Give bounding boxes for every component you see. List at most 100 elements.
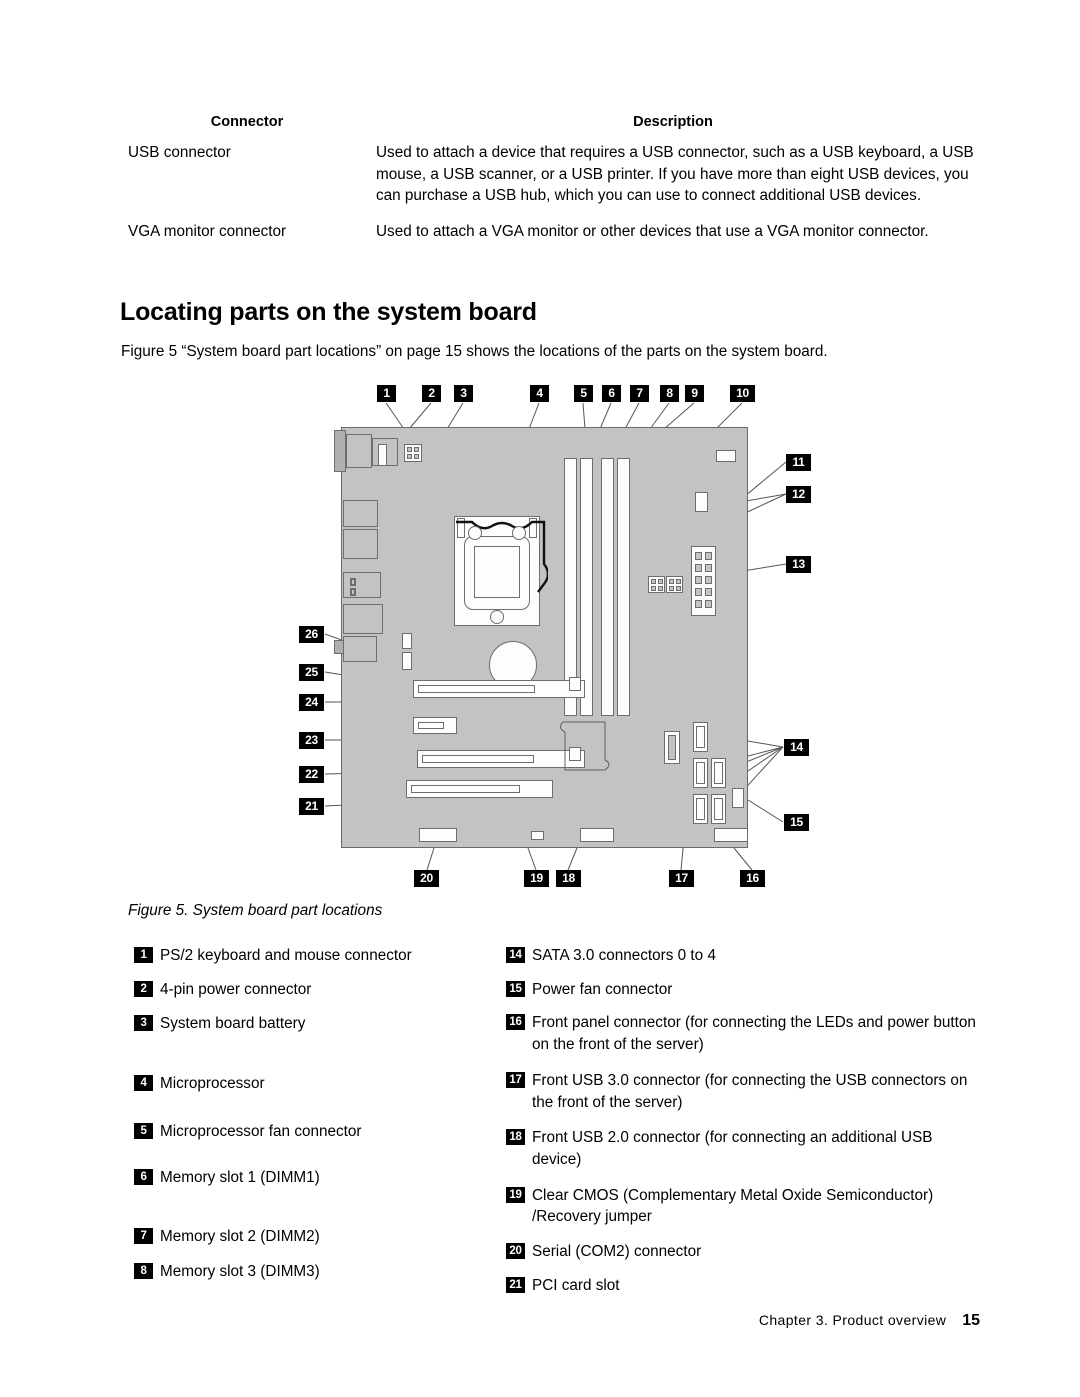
ethernet-port-part bbox=[343, 572, 381, 598]
legend-item: 4 Microprocessor bbox=[134, 1073, 504, 1095]
legend-item: 2 4-pin power connector bbox=[134, 979, 504, 1001]
legend-badge: 1 bbox=[134, 947, 153, 963]
sata-connector-2-inner bbox=[714, 762, 723, 784]
footer-page-number: 15 bbox=[962, 1312, 980, 1329]
legend-label: 4-pin power connector bbox=[160, 980, 312, 998]
legend-badge: 15 bbox=[506, 980, 525, 997]
legend-label: Front USB 3.0 connector (for connecting … bbox=[532, 1071, 968, 1111]
legend-label: Memory slot 2 (DIMM2) bbox=[160, 1228, 320, 1246]
callout-badge-23: 23 bbox=[299, 732, 324, 749]
legend-label: System board battery bbox=[160, 1015, 306, 1033]
fan-header-pin bbox=[651, 586, 656, 591]
callout-badge-3: 3 bbox=[454, 385, 473, 402]
pcie-x16-slot-24-tab bbox=[569, 677, 581, 691]
atx-pin-row bbox=[705, 576, 712, 584]
figure-caption: Figure 5. System board part locations bbox=[128, 902, 383, 919]
header-26-part bbox=[402, 633, 412, 649]
memory-slot-dimm2 bbox=[580, 458, 593, 716]
legend-item: 1 PS/2 keyboard and mouse connector bbox=[134, 945, 504, 967]
legend-item: 17 Front USB 3.0 connector (for connecti… bbox=[506, 1070, 980, 1113]
ps2-connector-part bbox=[334, 430, 346, 472]
pcie-x1-slot-23-key bbox=[418, 722, 444, 729]
document-page: Connector Description USB connector Used… bbox=[0, 0, 1080, 1397]
cell-connector-name: USB connector bbox=[128, 144, 231, 161]
callout-badge-15: 15 bbox=[784, 814, 809, 831]
legend-item: 19 Clear CMOS (Complementary Metal Oxide… bbox=[506, 1185, 980, 1228]
legend-item: 21 PCI card slot bbox=[506, 1275, 980, 1297]
clear-cmos-jumper-part bbox=[531, 831, 544, 840]
callout-badge-2: 2 bbox=[422, 385, 441, 402]
cpu-socket-screw-tr bbox=[512, 526, 526, 540]
legend-badge: 8 bbox=[134, 1263, 153, 1280]
cell-connector-name: VGA monitor connector bbox=[128, 223, 287, 241]
callout-badge-18: 18 bbox=[556, 870, 581, 887]
callout-badge-4: 4 bbox=[530, 385, 549, 402]
legend-item: 14 SATA 3.0 connectors 0 to 4 bbox=[506, 945, 980, 967]
atx-pin-row bbox=[695, 576, 702, 584]
serial-com2-connector-part bbox=[419, 828, 457, 842]
legend-badge: 14 bbox=[506, 947, 525, 963]
footer-chapter-label: Chapter 3. Product overview bbox=[758, 1312, 947, 1328]
callout-badge-6: 6 bbox=[602, 385, 621, 402]
legend-label: SATA 3.0 connectors 0 to 4 bbox=[532, 947, 716, 964]
usb-stack-mid-part bbox=[343, 529, 378, 559]
power-fan-connector-part bbox=[732, 788, 744, 808]
table-header-connector: Connector bbox=[210, 114, 284, 130]
memory-slot-dimm4 bbox=[617, 458, 630, 716]
atx-pin-row bbox=[695, 552, 702, 560]
pcie-slot-22-key bbox=[422, 755, 534, 763]
atx-pin-row bbox=[705, 564, 712, 572]
table-header-row: Connector Description bbox=[128, 112, 980, 142]
sata-connector-4-inner bbox=[714, 798, 723, 820]
header-10-part bbox=[716, 450, 736, 462]
legend-label: PCI card slot bbox=[532, 1276, 620, 1294]
system-board-figure: 1 2 3 4 5 6 7 8 9 10 11 12 13 14 15 26 2… bbox=[0, 372, 1080, 892]
small-header-top-part bbox=[378, 444, 387, 466]
legend-badge: 6 bbox=[134, 1168, 153, 1185]
callout-badge-5: 5 bbox=[574, 385, 593, 402]
callout-badge-9: 9 bbox=[685, 385, 704, 402]
atx-pin-row bbox=[705, 552, 712, 560]
legend-badge: 17 bbox=[506, 1071, 525, 1088]
cpu-socket-screw-tl bbox=[468, 526, 482, 540]
memory-slot-dimm3 bbox=[601, 458, 614, 716]
atx-pin-row bbox=[705, 588, 712, 596]
legend-label: PS/2 keyboard and mouse connector bbox=[160, 947, 412, 964]
cell-connector-description: Used to attach a VGA monitor or other de… bbox=[376, 223, 929, 241]
legend-badge: 21 bbox=[506, 1276, 525, 1293]
legend-label: Clear CMOS (Complementary Metal Oxide Se… bbox=[532, 1186, 934, 1226]
legend-badge: 3 bbox=[134, 1015, 153, 1032]
usb-stack-upper-part bbox=[343, 500, 378, 527]
legend-item: 16 Front panel connector (for connecting… bbox=[506, 1012, 980, 1055]
callout-badge-13: 13 bbox=[786, 556, 811, 573]
front-panel-connector-part bbox=[714, 828, 748, 842]
callout-badge-11: 11 bbox=[786, 454, 811, 471]
four-pin-power-pin bbox=[407, 447, 412, 452]
cpu-lever-arm bbox=[452, 516, 550, 616]
front-usb2-connector-part bbox=[580, 828, 614, 842]
four-pin-power-pin bbox=[414, 454, 419, 459]
legend-badge: 7 bbox=[134, 1228, 153, 1245]
header-11-part bbox=[695, 492, 708, 512]
legend-item: 5 Microprocessor fan connector bbox=[134, 1121, 504, 1143]
callout-badge-14: 14 bbox=[784, 739, 809, 756]
legend-badge: 5 bbox=[134, 1122, 153, 1139]
callout-badge-12: 12 bbox=[786, 486, 811, 503]
pcie-x16-slot-24-key bbox=[418, 685, 535, 693]
sata-connector-3-inner bbox=[696, 798, 705, 820]
callout-badge-1: 1 bbox=[377, 385, 396, 402]
callout-badge-10: 10 bbox=[730, 385, 755, 402]
cell-connector-description: Used to attach a device that requires a … bbox=[376, 144, 974, 205]
audio-jacks-part bbox=[343, 604, 383, 634]
legend-column-left: 1 PS/2 keyboard and mouse connector 2 4-… bbox=[134, 945, 504, 1293]
fan-header-pin bbox=[676, 586, 681, 591]
callout-badge-25: 25 bbox=[299, 664, 324, 681]
fan-header-pin bbox=[658, 586, 663, 591]
rear-block-lower-part bbox=[343, 636, 377, 662]
legend-badge: 18 bbox=[506, 1129, 525, 1146]
callout-badge-19: 19 bbox=[524, 870, 549, 887]
fan-header-pin bbox=[669, 586, 674, 591]
legend-badge: 4 bbox=[134, 1075, 153, 1092]
cpu-socket-screw-b bbox=[490, 610, 504, 624]
legend-label: Front USB 2.0 connector (for connecting … bbox=[532, 1129, 933, 1169]
